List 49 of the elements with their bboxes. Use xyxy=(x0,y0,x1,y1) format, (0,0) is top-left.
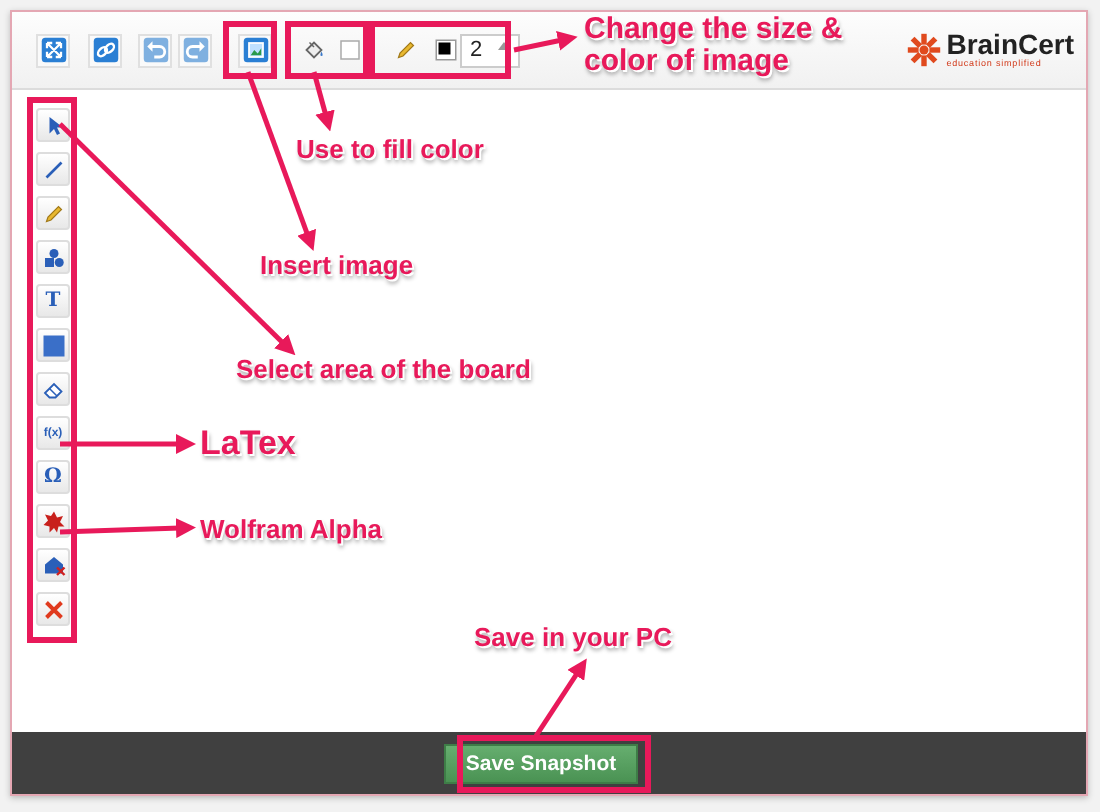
undo-button[interactable] xyxy=(138,33,172,67)
spin-up-icon[interactable] xyxy=(498,41,510,49)
close-icon xyxy=(41,597,65,621)
symbol-tool[interactable]: Ω xyxy=(36,460,70,494)
highlight-frame xyxy=(223,21,277,79)
select-tool[interactable] xyxy=(36,108,70,142)
shapes-tool[interactable] xyxy=(36,240,70,274)
star-burst-icon xyxy=(41,509,65,533)
link-button[interactable] xyxy=(88,33,122,67)
link-icon xyxy=(91,36,119,64)
annotation-label: Use to fill color xyxy=(296,134,484,166)
line-icon xyxy=(41,157,65,181)
image-icon xyxy=(241,36,269,64)
pencil-tool[interactable] xyxy=(36,196,70,230)
wolfram-tool[interactable] xyxy=(36,504,70,538)
arrow xyxy=(533,658,587,738)
text-tool[interactable]: T xyxy=(36,284,70,318)
delete-tool[interactable] xyxy=(36,592,70,626)
pencil-icon xyxy=(394,36,418,64)
logo-icon xyxy=(906,32,943,68)
clear-shapes-tool[interactable] xyxy=(36,548,70,582)
rectangle-tool[interactable] xyxy=(36,328,70,362)
arrow xyxy=(60,434,196,454)
pencil-icon xyxy=(41,201,65,225)
square-icon xyxy=(41,333,65,357)
annotation-label: LaTex xyxy=(200,428,296,460)
empty-swatch-icon xyxy=(338,36,362,64)
stroke-swatch-icon xyxy=(434,36,458,64)
annotation-label: Select area of the board xyxy=(236,354,531,386)
undo-icon xyxy=(141,36,169,64)
logo-name: BrainCert xyxy=(946,30,1074,58)
annotation-label: Change the size & color of image xyxy=(584,14,845,78)
eraser-icon xyxy=(41,377,65,401)
annotation-label: Insert image xyxy=(260,250,414,282)
expand-icon xyxy=(39,36,67,64)
shapes-delete-icon xyxy=(41,553,65,577)
eraser-tool[interactable] xyxy=(36,372,70,406)
annotation-label: Save in your PC xyxy=(474,622,672,654)
insert-image-button[interactable] xyxy=(238,33,272,67)
arrow xyxy=(513,31,578,53)
line-tool[interactable] xyxy=(36,152,70,186)
paint-bucket-icon xyxy=(302,36,326,64)
redo-icon xyxy=(181,36,209,64)
arrow xyxy=(59,518,196,539)
fullscreen-button[interactable] xyxy=(36,33,70,67)
shapes-icon xyxy=(41,245,65,269)
save-snapshot-button[interactable]: Save Snapshot xyxy=(443,743,639,783)
redo-button[interactable] xyxy=(178,33,212,67)
annotation-label: Wolfram Alpha xyxy=(200,514,383,546)
